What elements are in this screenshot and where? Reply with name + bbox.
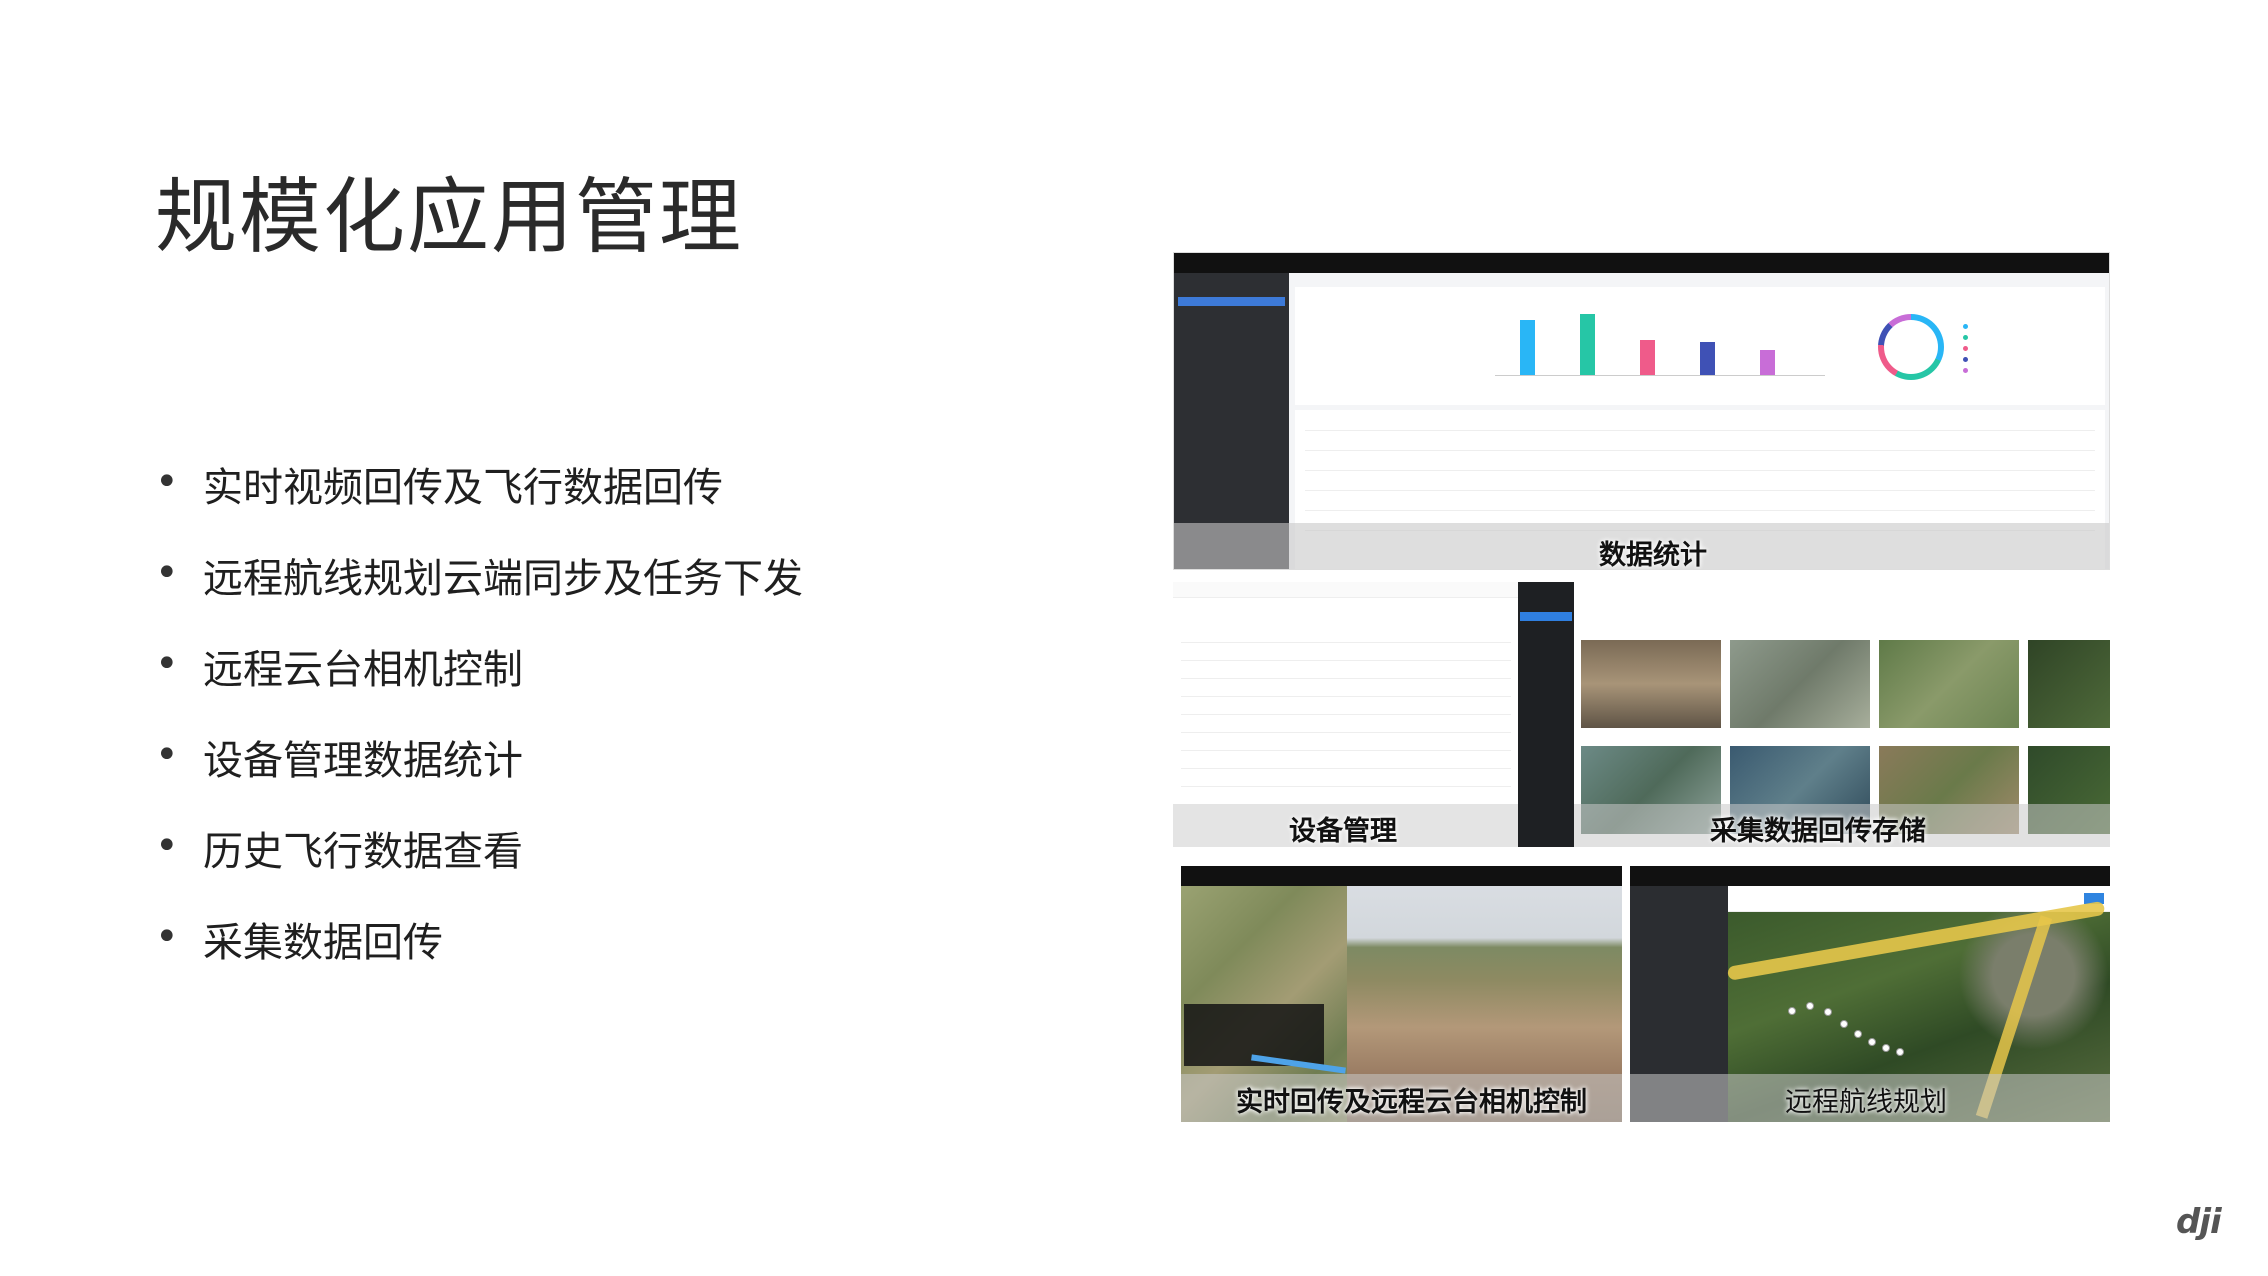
- bullet-item: • 实时视频回传及飞行数据回传: [155, 455, 803, 546]
- caption-data-stats: 数据统计: [1599, 540, 1707, 570]
- sidebar-selected-item: [1520, 612, 1572, 621]
- bullet-dot-icon: •: [155, 732, 179, 778]
- caption-live-video: 实时回传及远程云台相机控制: [1236, 1087, 1587, 1118]
- media-thumbnail: [1879, 640, 2019, 728]
- table-row: [1181, 678, 1511, 679]
- legend-dot: [1963, 357, 1968, 362]
- bullet-item: • 历史飞行数据查看: [155, 819, 803, 910]
- app-top-bar: [1174, 253, 2109, 273]
- legend-dot: [1963, 324, 1968, 329]
- chart-bar: [1580, 314, 1595, 375]
- legend-dot: [1963, 368, 1968, 373]
- legend-dot: [1963, 335, 1968, 340]
- device-management-screenshot: 设备管理: [1173, 582, 1518, 847]
- bullet-item: • 远程航线规划云端同步及任务下发: [155, 546, 803, 637]
- table-row: [1181, 714, 1511, 715]
- donut-chart: [1878, 314, 1944, 380]
- table-row: [1181, 786, 1511, 787]
- bullet-dot-icon: •: [155, 641, 179, 687]
- bullet-text: 远程航线规划云端同步及任务下发: [203, 556, 803, 602]
- chart-axis: [1495, 375, 1825, 376]
- table-row: [1181, 642, 1511, 643]
- caption-collected-data: 采集数据回传存储: [1710, 816, 1926, 847]
- bullet-dot-icon: •: [155, 914, 179, 960]
- route-planning-screenshot: 远程航线规划: [1630, 866, 2110, 1122]
- bullet-dot-icon: •: [155, 550, 179, 596]
- media-thumbnail: [1581, 640, 1721, 728]
- bullet-text: 采集数据回传: [203, 920, 443, 966]
- chart-bar: [1760, 350, 1775, 375]
- table-row: [1305, 430, 2095, 431]
- dji-logo: dji: [2176, 1202, 2222, 1242]
- chart-bar: [1700, 342, 1715, 375]
- live-video-screenshot: 实时回传及远程云台相机控制: [1181, 866, 1622, 1122]
- table-row: [1305, 450, 2095, 451]
- chart-bar: [1520, 320, 1535, 375]
- bullet-text: 历史飞行数据查看: [203, 829, 523, 875]
- bullet-text: 实时视频回传及飞行数据回传: [203, 465, 723, 511]
- bullet-dot-icon: •: [155, 823, 179, 869]
- bullet-text: 远程云台相机控制: [203, 647, 523, 693]
- caption-route-planning: 远程航线规划: [1785, 1087, 1947, 1118]
- waypoint-icon[interactable]: [1840, 1020, 1848, 1028]
- waypoint-icon[interactable]: [1882, 1044, 1890, 1052]
- device-list-header: [1173, 582, 1518, 598]
- sidebar-selected-item: [1178, 297, 1285, 306]
- legend-dot: [1963, 346, 1968, 351]
- bullet-list: • 实时视频回传及飞行数据回传 • 远程航线规划云端同步及任务下发 • 远程云台相机控…: [155, 455, 803, 1001]
- app-top-bar: [1630, 866, 2110, 886]
- stats-card: [1295, 287, 2105, 405]
- table-row: [1181, 696, 1511, 697]
- table-row: [1181, 750, 1511, 751]
- app-sidebar: [1518, 582, 1574, 847]
- route-toolbar: [1728, 886, 2110, 912]
- table-row: [1305, 510, 2095, 511]
- bullet-dot-icon: •: [155, 459, 179, 505]
- bullet-item: • 设备管理数据统计: [155, 728, 803, 819]
- bullet-text: 设备管理数据统计: [203, 738, 523, 784]
- table-row: [1181, 660, 1511, 661]
- caption-device-management: 设备管理: [1289, 816, 1397, 847]
- collected-data-screenshot: 采集数据回传存储: [1518, 582, 2110, 847]
- waypoint-icon[interactable]: [1868, 1038, 1876, 1046]
- table-row: [1181, 732, 1511, 733]
- map-road: [1726, 900, 2106, 981]
- data-stats-screenshot: 数据统计: [1173, 252, 2110, 570]
- app-top-bar: [1181, 866, 1622, 886]
- waypoint-icon[interactable]: [1896, 1048, 1904, 1056]
- slide-title: 规模化应用管理: [155, 170, 744, 265]
- waypoint-icon[interactable]: [1824, 1008, 1832, 1016]
- table-row: [1305, 490, 2095, 491]
- media-thumbnail: [2028, 640, 2110, 728]
- bullet-item: • 远程云台相机控制: [155, 637, 803, 728]
- table-row: [1305, 470, 2095, 471]
- waypoint-icon[interactable]: [1788, 1007, 1796, 1015]
- waypoint-icon[interactable]: [1854, 1030, 1862, 1038]
- bullet-item: • 采集数据回传: [155, 910, 803, 1001]
- table-row: [1181, 768, 1511, 769]
- media-thumbnail: [1730, 640, 1870, 728]
- waypoint-icon[interactable]: [1806, 1002, 1814, 1010]
- chart-bar: [1640, 340, 1655, 375]
